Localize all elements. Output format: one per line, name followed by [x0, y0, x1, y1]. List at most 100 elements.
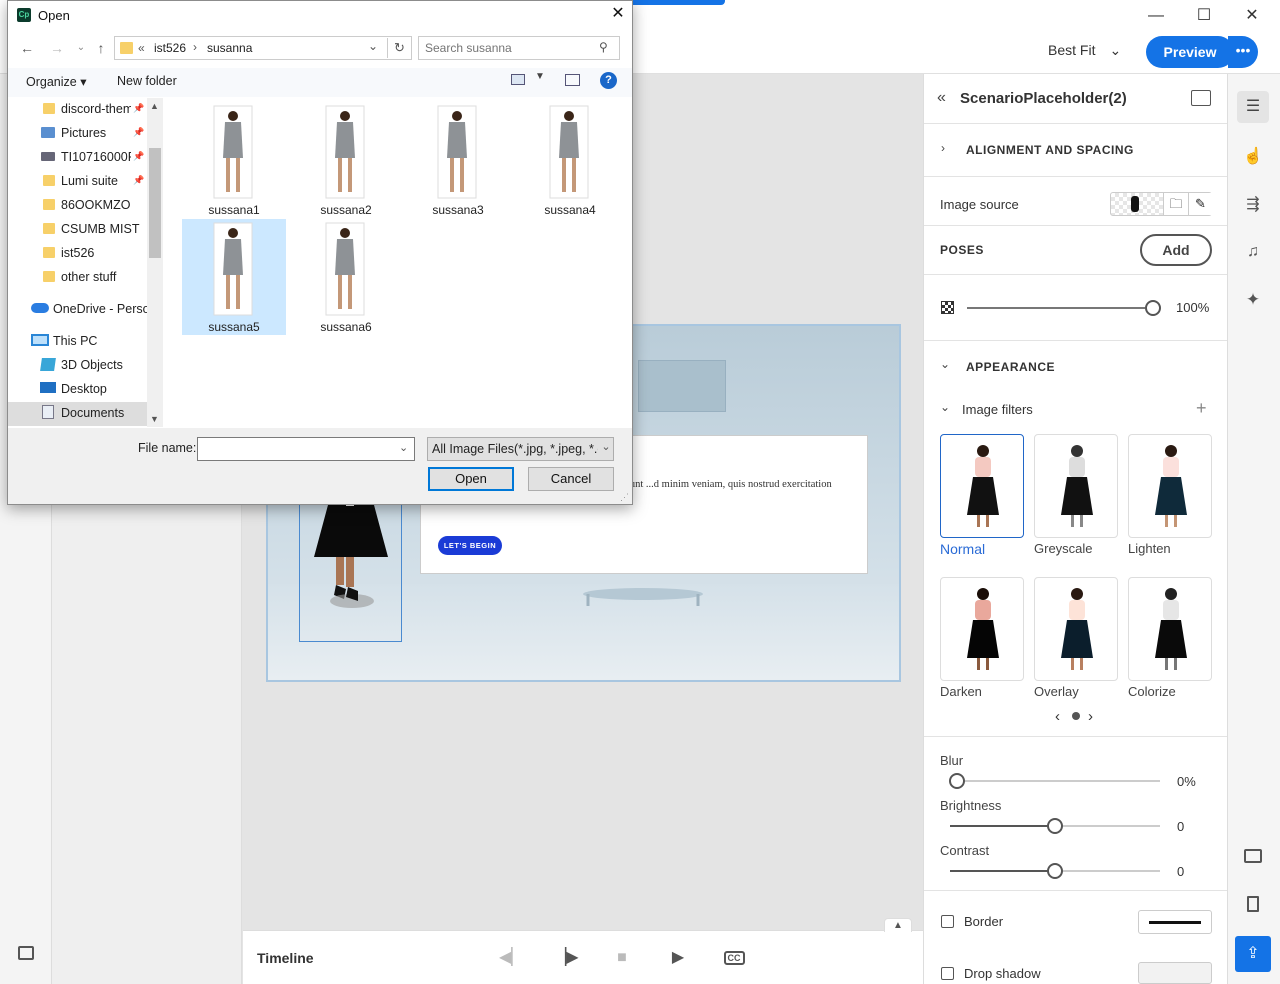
properties-sliders-icon[interactable]: ☰ — [1237, 91, 1269, 123]
file-item[interactable]: sussana4 — [518, 102, 622, 218]
tree-item-desktop[interactable]: Desktop — [61, 382, 153, 396]
refresh-icon[interactable]: ↻ — [387, 38, 411, 58]
play-icon[interactable]: ▶ — [667, 947, 689, 969]
panel-toggle-icon[interactable] — [18, 946, 34, 960]
chevron-down-icon[interactable]: ▼ — [535, 71, 545, 82]
opacity-slider-knob[interactable] — [1145, 300, 1161, 316]
alignment-section-header[interactable]: ALIGNMENT AND SPACING — [966, 143, 1134, 157]
filter-darken[interactable] — [940, 577, 1024, 681]
interaction-hand-icon[interactable]: ☝ — [1237, 143, 1269, 171]
breadcrumb-overflow[interactable]: « — [138, 41, 145, 55]
tree-scrollbar[interactable]: ▲ ▼ — [147, 98, 163, 427]
back-arrow-icon[interactable]: ← — [19, 40, 35, 56]
add-pose-button[interactable]: Add — [1140, 234, 1212, 266]
tree-item-86ookmzo[interactable]: 86OOKMZO — [61, 198, 153, 212]
help-icon[interactable]: ? — [600, 72, 617, 89]
maximize-button[interactable]: ☐ — [1189, 8, 1219, 24]
file-item-selected[interactable]: sussana5 — [182, 219, 286, 335]
add-filter-icon[interactable]: + — [1196, 398, 1207, 419]
close-window-button[interactable]: ✕ — [1237, 8, 1267, 24]
stop-icon[interactable]: ■ — [611, 947, 633, 969]
folder-icon[interactable]: 🗀 — [1163, 193, 1188, 215]
scroll-up-icon[interactable]: ▲ — [150, 101, 159, 111]
preview-button[interactable]: Preview — [1146, 36, 1234, 68]
opacity-slider-track[interactable] — [967, 307, 1145, 309]
file-name-input[interactable] — [202, 441, 392, 457]
collapse-timeline-button[interactable]: ▲ — [884, 918, 912, 932]
chevron-down-icon[interactable]: ⌄ — [940, 357, 950, 371]
recent-locations-icon[interactable]: ⌄ — [73, 40, 89, 56]
audio-note-icon[interactable]: ♫ — [1237, 238, 1269, 266]
preview-pane-icon[interactable] — [565, 74, 580, 86]
contrast-value[interactable]: 0 — [1177, 864, 1184, 879]
tree-item-drive[interactable]: TI10716000F ( — [61, 150, 131, 164]
document-icon[interactable] — [1247, 896, 1259, 912]
breadcrumb-ist526[interactable]: ist526 — [154, 41, 186, 55]
chevron-down-icon[interactable]: ⌄ — [399, 441, 408, 454]
organize-menu[interactable]: Organize ▾ — [26, 74, 86, 89]
search-box[interactable]: ⚲ — [418, 36, 620, 60]
chevron-right-icon[interactable]: › — [1088, 708, 1093, 725]
address-bar[interactable]: « ist526 › susanna ⌄ ↻ — [114, 36, 412, 60]
tree-item-csumb-mist[interactable]: CSUMB MIST — [61, 222, 153, 236]
file-item[interactable]: sussana2 — [294, 102, 398, 218]
filter-lighten[interactable] — [1128, 434, 1212, 538]
open-button[interactable]: Open — [428, 467, 514, 491]
chevron-left-icon[interactable]: ‹ — [1055, 708, 1060, 725]
page-dot[interactable] — [1072, 712, 1080, 720]
file-type-select[interactable]: All Image Files(*.jpg, *.jpeg, *.g ⌄ — [427, 437, 614, 461]
file-item[interactable]: sussana6 — [294, 219, 398, 335]
scroll-down-icon[interactable]: ▼ — [150, 414, 159, 424]
tree-item-ist526[interactable]: ist526 — [61, 246, 153, 260]
previous-frame-icon[interactable]: ◀▏ — [499, 947, 524, 969]
chevron-down-icon[interactable]: ⌄ — [940, 400, 950, 414]
filter-overlay[interactable] — [1034, 577, 1118, 681]
filter-greyscale[interactable] — [1034, 434, 1118, 538]
tree-item-3d-objects[interactable]: 3D Objects — [61, 358, 153, 372]
new-folder-button[interactable]: New folder — [117, 74, 177, 88]
opacity-value[interactable]: 100% — [1176, 300, 1209, 315]
zoom-select[interactable]: Best Fit ⌄ — [1048, 42, 1121, 59]
filter-normal[interactable] — [940, 434, 1024, 538]
scroll-thumb[interactable] — [149, 148, 161, 258]
file-item[interactable]: sussana1 — [182, 102, 286, 218]
image-source-picker[interactable]: 🗀 ✎ — [1110, 192, 1212, 216]
tree-item-discord-them[interactable]: discord-them — [61, 102, 131, 116]
drop-shadow-checkbox[interactable] — [941, 967, 954, 980]
file-name-combo[interactable]: ⌄ — [197, 437, 415, 461]
filter-colorize[interactable] — [1128, 577, 1212, 681]
lets-begin-button[interactable]: LET'S BEGIN — [438, 536, 502, 555]
contrast-slider-knob[interactable] — [1047, 863, 1063, 879]
shadow-style-picker[interactable] — [1138, 962, 1212, 984]
blur-slider-knob[interactable] — [949, 773, 965, 789]
tree-item-this-pc[interactable]: This PC — [53, 334, 145, 348]
dialog-close-button[interactable]: ✕ — [608, 4, 628, 24]
tree-item-documents[interactable]: Documents — [61, 406, 153, 420]
image-filters-label[interactable]: Image filters — [962, 402, 1033, 417]
up-arrow-icon[interactable]: ↑ — [93, 40, 109, 56]
view-options-icon[interactable] — [511, 74, 525, 85]
file-item[interactable]: sussana3 — [406, 102, 510, 218]
blur-slider-track[interactable] — [950, 780, 1160, 782]
animation-icon[interactable]: ⇶ — [1237, 191, 1269, 219]
breadcrumb-susanna[interactable]: susanna — [207, 41, 252, 55]
pencil-icon[interactable]: ✎ — [1188, 193, 1212, 215]
brightness-slider-knob[interactable] — [1047, 818, 1063, 834]
forward-arrow-icon[interactable]: → — [49, 40, 65, 56]
brightness-value[interactable]: 0 — [1177, 819, 1184, 834]
tree-item-other-stuff[interactable]: other stuff — [61, 270, 153, 284]
preview-screen-icon[interactable] — [1191, 90, 1211, 106]
collapse-panel-icon[interactable]: « — [937, 89, 946, 107]
appearance-section-header[interactable]: APPEARANCE — [966, 360, 1055, 374]
minimize-button[interactable]: — — [1141, 8, 1171, 24]
share-export-icon[interactable]: ⇪ — [1235, 936, 1271, 972]
tree-item-onedrive[interactable]: OneDrive - Persor — [53, 302, 147, 316]
resize-grip-icon[interactable]: ⋰ — [620, 492, 629, 503]
chevron-down-icon[interactable]: ⌄ — [368, 39, 378, 53]
closed-caption-icon[interactable]: CC — [723, 947, 745, 969]
border-style-picker[interactable] — [1138, 910, 1212, 934]
next-frame-icon[interactable]: ▕▶ — [554, 947, 579, 969]
chevron-right-icon[interactable]: › — [941, 141, 945, 155]
cancel-button[interactable]: Cancel — [528, 467, 614, 491]
border-checkbox[interactable] — [941, 915, 954, 928]
